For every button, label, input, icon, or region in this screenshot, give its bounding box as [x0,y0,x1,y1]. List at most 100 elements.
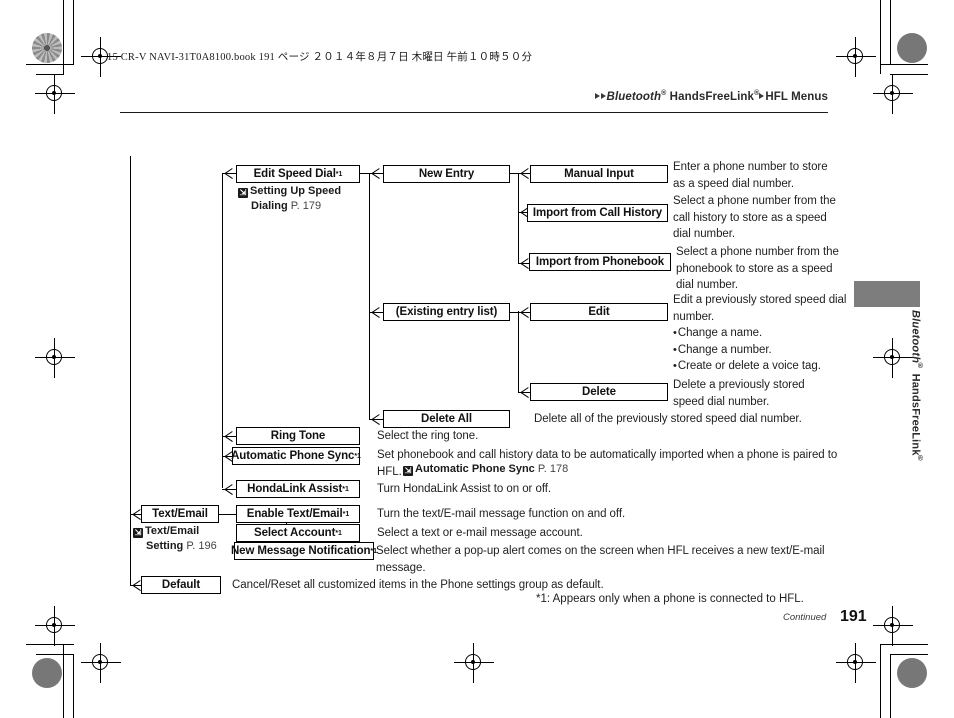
ref-line2: Setting [146,540,184,552]
trunk-level0 [130,156,132,585]
node-edit-speed-dial[interactable]: Edit Speed Dial *1 [236,165,360,183]
desc-edit-main: Edit a previously stored speed dial numb… [673,294,847,323]
breadcrumb-hfl: HandsFreeLink [669,90,755,103]
node-import-from-phonebook[interactable]: Import from Phonebook [529,253,671,271]
print-control-blob [32,33,62,63]
desc-import-from-call-history: Select a phone number from the call hist… [673,195,836,240]
triangle-icon [600,92,606,99]
node-ring-tone[interactable]: Ring Tone [236,427,360,445]
desc-ring-tone: Select the ring tone. [377,430,479,442]
arrow-icon [372,168,381,179]
node-label: New Message Notification [230,545,371,557]
registration-mark [454,643,494,683]
registration-mark [35,606,75,646]
arrow-icon [372,307,381,318]
print-control-blob [32,658,62,688]
node-label: Delete [582,386,616,398]
footnote-mark: *1 [354,452,361,460]
node-new-entry[interactable]: New Entry [383,165,510,183]
crop-line [73,0,75,64]
node-new-message-notification[interactable]: New Message Notification *1 [230,542,377,560]
registered-mark: ® [661,90,667,97]
triangle-icon [594,92,600,99]
node-label: Ring Tone [270,430,326,442]
desc-edit-bullets: Change a name. Change a number. Create o… [673,325,851,375]
jump-icon: ⇲ [133,528,143,538]
breadcrumb-bluetooth: Bluetooth [606,90,662,103]
bullet-item: Change a name. [673,325,851,342]
desc-default: Cancel/Reset all customized items in the… [232,579,604,591]
crop-line [880,64,928,66]
bullet-item: Create or delete a voice tag. [673,358,851,375]
node-label: Default [161,579,201,591]
desc-delete: Delete a previously stored speed dial nu… [673,379,805,408]
desc-import-from-phonebook: Select a phone number from the phonebook… [676,246,839,291]
jump-icon: ⇲ [238,188,248,198]
node-automatic-phone-sync[interactable]: Automatic Phone Sync *1 [231,447,361,465]
node-label: Edit Speed Dial [253,168,336,180]
trunk-level3-newentry [518,173,520,263]
node-text-email[interactable]: Text/Email [141,505,219,523]
desc-new-message-notification: Select whether a pop-up alert comes on t… [376,545,825,574]
node-label: HondaLink Assist [247,483,343,495]
ref-page: P. 179 [290,200,322,212]
print-control-blob [897,33,927,63]
trunk-level3-existing [518,311,520,392]
registration-mark [35,338,75,378]
node-default[interactable]: Default [141,576,221,594]
crop-line [890,654,892,718]
arrow-icon [521,168,530,179]
footnote: *1: Appears only when a phone is connect… [536,593,804,605]
node-existing-entry-list[interactable]: (Existing entry list) [383,303,510,321]
registration-mark [81,643,121,683]
crop-line [26,64,74,66]
jump-icon: ⇲ [403,466,413,476]
arrow-icon [521,387,530,398]
arrow-icon [225,431,234,442]
arrow-icon [372,414,381,425]
footnote-mark: *1 [342,485,349,493]
ref-setting-up-speed-dialing[interactable]: ⇲ Setting Up Speed Dialing P. 179 [238,184,341,214]
node-label: Select Account [254,527,336,539]
ref-text-email-setting[interactable]: ⇲ Text/Email Setting P. 196 [133,524,217,554]
node-label: (Existing entry list) [395,306,498,318]
node-edit[interactable]: Edit [530,303,668,321]
node-delete-all[interactable]: Delete All [383,410,510,428]
arrow-icon [521,307,530,318]
node-label: Import from Phonebook [535,256,665,268]
desc-manual-input: Enter a phone number to store as a speed… [673,161,828,190]
crop-line [880,644,882,718]
node-delete[interactable]: Delete [530,383,668,401]
arrow-icon [225,484,234,495]
node-hondalink-assist[interactable]: HondaLink Assist *1 [236,480,360,498]
crop-line [890,654,928,656]
crop-line [880,644,928,646]
crop-line [36,74,64,76]
bullet-item: Change a number. [673,342,851,359]
crop-line [26,644,74,646]
node-select-account[interactable]: Select Account *1 [236,524,360,542]
node-label: Delete All [421,413,472,425]
ref-page: P. 178 [537,463,569,475]
node-import-from-call-history[interactable]: Import from Call History [527,204,668,222]
node-label: Automatic Phone Sync [231,450,355,462]
desc-edit: Edit a previously stored speed dial numb… [673,292,851,375]
trunk-level2 [369,173,371,419]
side-tab-hfl: HandsFreeLink [909,373,922,456]
breadcrumb-menus: HFL Menus [765,90,828,103]
ref-automatic-phone-sync[interactable]: ⇲ Automatic Phone Sync P. 178 [403,462,568,477]
crop-line [63,0,65,74]
node-label: Text/Email [152,508,208,520]
continued-label: Continued [783,612,827,623]
breadcrumb: Bluetooth® HandsFreeLink® HFL Menus [594,90,828,103]
triangle-icon [759,92,765,99]
desc-select-account: Select a text or e-mail message account. [377,527,583,539]
node-label: Manual Input [564,168,634,180]
registration-mark [35,74,75,114]
node-enable-text-email[interactable]: Enable Text/Email *1 [236,505,360,523]
node-manual-input[interactable]: Manual Input [530,165,668,183]
section-tab-marker [854,281,920,307]
manual-page: 15 CR-V NAVI-31T0A8100.book 191 ページ ２０１４… [0,0,954,718]
crop-line [890,74,928,76]
print-control-blob [897,658,927,688]
